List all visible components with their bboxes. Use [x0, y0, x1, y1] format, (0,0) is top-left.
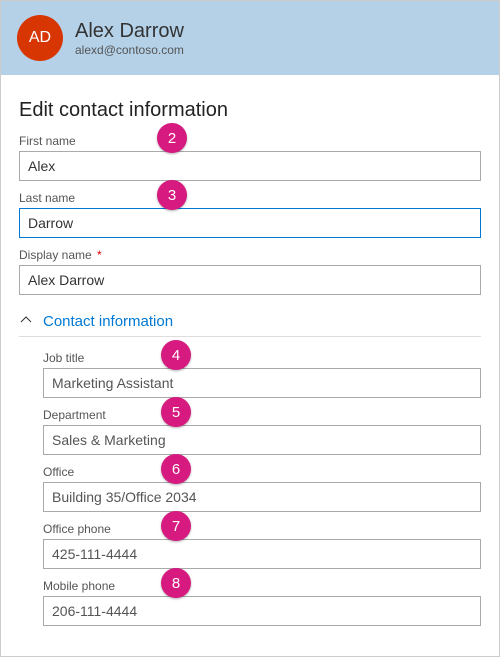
- mobile-phone-label: Mobile phone: [43, 579, 481, 593]
- office-phone-field: Office phone 7: [43, 522, 481, 569]
- first-name-field: First name 2: [19, 134, 481, 181]
- header-text: Alex Darrow alexd@contoso.com: [75, 20, 184, 57]
- office-phone-input[interactable]: [43, 539, 481, 569]
- header-display-name: Alex Darrow: [75, 20, 184, 43]
- contact-info-section-header[interactable]: Contact information: [19, 313, 481, 330]
- avatar: AD: [17, 15, 63, 61]
- page-title: Edit contact information: [19, 99, 481, 122]
- department-input[interactable]: [43, 425, 481, 455]
- profile-header: AD Alex Darrow alexd@contoso.com: [1, 1, 499, 75]
- chevron-up-icon: [19, 314, 33, 329]
- office-phone-label: Office phone: [43, 522, 481, 536]
- job-title-label: Job title: [43, 351, 481, 365]
- office-field: Office 6: [43, 465, 481, 512]
- job-title-input[interactable]: [43, 368, 481, 398]
- office-input[interactable]: [43, 482, 481, 512]
- required-mark: *: [97, 248, 102, 262]
- department-field: Department 5: [43, 408, 481, 455]
- mobile-phone-input[interactable]: [43, 596, 481, 626]
- department-label: Department: [43, 408, 481, 422]
- display-name-label: Display name *: [19, 248, 481, 262]
- display-name-field: Display name *: [19, 248, 481, 295]
- header-email: alexd@contoso.com: [75, 43, 184, 57]
- job-title-field: Job title 4: [43, 351, 481, 398]
- display-name-input[interactable]: [19, 265, 481, 295]
- contact-info-section-title: Contact information: [43, 313, 173, 330]
- mobile-phone-field: Mobile phone 8: [43, 579, 481, 626]
- section-divider: [19, 336, 481, 337]
- last-name-field: Last name 3: [19, 191, 481, 238]
- last-name-label: Last name: [19, 191, 481, 205]
- contact-info-section-body: Job title 4 Department 5 Office 6 Office…: [19, 351, 481, 626]
- last-name-input[interactable]: [19, 208, 481, 238]
- office-label: Office: [43, 465, 481, 479]
- first-name-input[interactable]: [19, 151, 481, 181]
- first-name-label: First name: [19, 134, 481, 148]
- display-name-label-text: Display name: [19, 248, 92, 262]
- content-area: Edit contact information First name 2 La…: [1, 75, 499, 646]
